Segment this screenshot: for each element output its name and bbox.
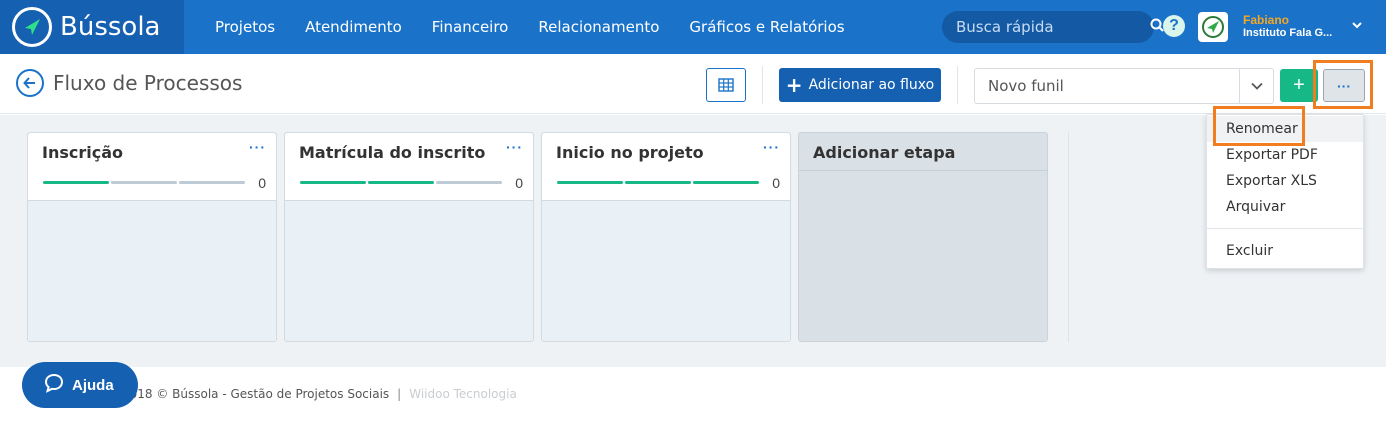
more-options-icon[interactable]: ··· [763,139,780,155]
stage-title: Inicio no projeto [556,143,704,162]
search-input[interactable] [956,18,1150,36]
page-header: Fluxo de Processos + Adicionar ao fluxo … [0,54,1386,114]
stage-column: Inscrição ··· 0 [27,132,277,342]
table-icon [718,78,734,92]
user-name: Fabiano [1243,13,1290,27]
nav-item-graficos-relatorios[interactable]: Gráficos e Relatórios [674,18,859,36]
brand-name: Bússola [60,12,161,42]
stage-count: 0 [772,175,780,191]
footer-text: 2018 © Bússola - Gestão de Projetos Soci… [122,387,517,401]
more-options-icon[interactable]: ··· [249,139,266,155]
more-options-icon[interactable]: ··· [506,139,523,155]
top-navbar: Bússola Projetos Atendimento Financeiro … [0,0,1386,54]
nav-item-atendimento[interactable]: Atendimento [290,18,417,36]
user-info[interactable]: Fabiano Instituto Fala G... [1243,14,1332,40]
highlight-rename-item [1213,106,1305,146]
nav-item-relacionamento[interactable]: Relacionamento [523,18,674,36]
search-icon[interactable] [1150,18,1164,37]
add-stage-header[interactable]: Adicionar etapa [799,133,1047,171]
footer: 2018 © Bússola - Gestão de Projetos Soci… [0,367,1386,422]
avatar[interactable] [1198,12,1228,42]
menu-item-archive[interactable]: Arquivar [1207,194,1363,220]
table-view-button[interactable] [706,68,746,102]
help-chat-label: Ajuda [72,376,114,394]
footer-copyright: 2018 © Bússola - Gestão de Projetos Soci… [122,387,390,401]
stage-progress [43,181,245,184]
add-to-flow-label: Adicionar ao fluxo [808,77,935,93]
menu-item-delete[interactable]: Excluir [1207,238,1363,264]
stage-column: Inicio no projeto ··· 0 [541,132,791,342]
divider [1068,132,1069,342]
stage-title: Matrícula do inscrito [299,143,486,162]
compass-logo-icon [12,7,52,47]
divider [957,66,958,104]
quick-search [942,11,1164,43]
brand[interactable]: Bússola [0,0,184,54]
stage-count: 0 [258,175,266,191]
divider [762,66,763,104]
help-chat-button[interactable]: Ajuda [22,362,138,408]
footer-developer-link[interactable]: Wiidoo Tecnologia [409,387,517,401]
stage-progress [557,181,759,184]
nav-item-financeiro[interactable]: Financeiro [417,18,524,36]
help-icon[interactable]: ? [1163,15,1185,37]
funnel-select[interactable]: Novo funil [974,68,1274,104]
nav-item-projetos[interactable]: Projetos [200,18,290,36]
plus-icon: + [785,73,803,97]
chevron-down-icon[interactable] [1352,16,1362,34]
main-nav: Projetos Atendimento Financeiro Relacion… [200,0,860,54]
menu-divider [1207,228,1363,229]
kanban-board: Inscrição ··· 0 Matrícula do inscrito ··… [0,115,1386,367]
stage-header: Inscrição ··· 0 [28,133,276,201]
page-title: Fluxo de Processos [53,71,243,95]
stage-header: Matrícula do inscrito ··· 0 [285,133,533,201]
highlight-more-button [1313,60,1373,109]
funnel-select-value: Novo funil [988,77,1064,95]
menu-item-export-xls[interactable]: Exportar XLS [1207,168,1363,194]
stage-column: Matrícula do inscrito ··· 0 [284,132,534,342]
stage-header: Inicio no projeto ··· 0 [542,133,790,201]
chevron-down-icon[interactable] [1239,69,1273,103]
org-logo-icon [1202,16,1224,38]
add-to-flow-button[interactable]: + Adicionar ao fluxo [779,68,941,102]
chat-bubble-icon [44,373,64,397]
stage-progress [300,181,502,184]
stage-count: 0 [515,175,523,191]
add-stage-column[interactable]: Adicionar etapa [798,132,1048,342]
back-arrow-icon[interactable] [16,69,44,97]
stage-title: Inscrição [42,143,123,162]
add-stage-title: Adicionar etapa [813,143,956,162]
user-org: Instituto Fala G... [1243,27,1333,39]
footer-separator: | [397,387,402,401]
